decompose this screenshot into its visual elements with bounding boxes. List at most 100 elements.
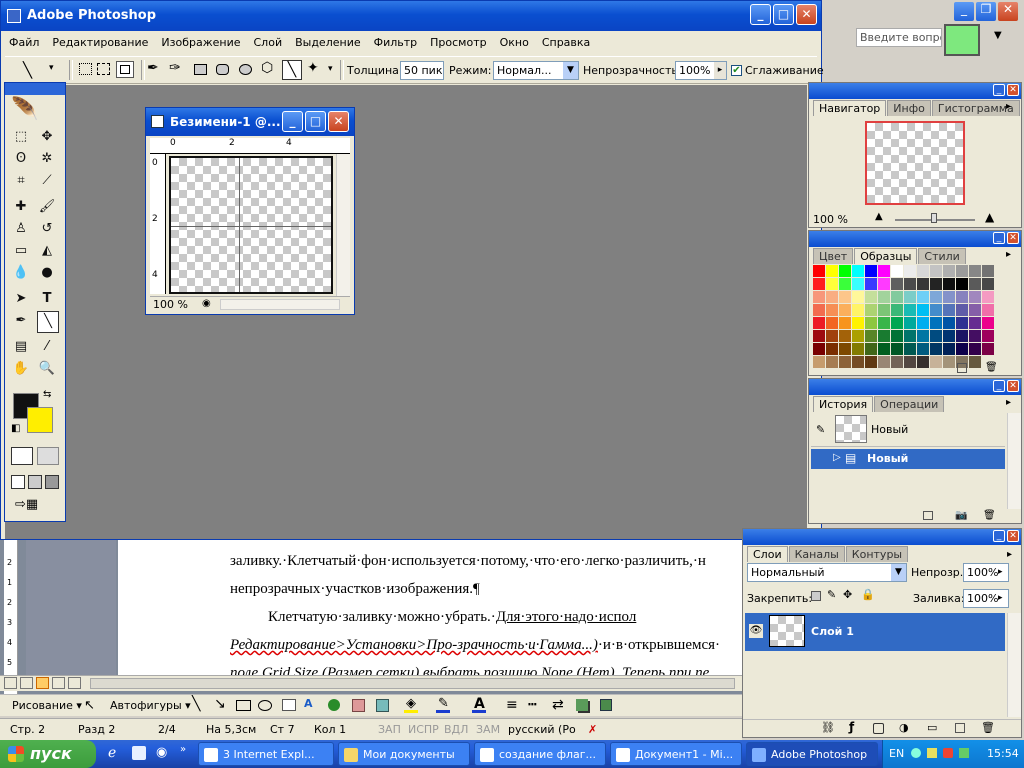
layer-mask-icon[interactable] [873, 723, 884, 734]
web-view-button[interactable] [20, 677, 33, 689]
history-snapshot-row[interactable]: ✎ Новый [811, 413, 1005, 447]
layers-scrollbar[interactable] [1007, 613, 1021, 717]
marquee-tool-icon[interactable]: ⬚ [11, 127, 31, 147]
swatch-cell[interactable] [956, 265, 968, 277]
swatch-cell[interactable] [813, 356, 825, 368]
swatch-cell[interactable] [943, 330, 955, 342]
swatch-cell[interactable] [865, 278, 877, 290]
swatch-cell[interactable] [917, 330, 929, 342]
zoom-out-icon[interactable]: ▲ [875, 211, 883, 222]
link-layers-icon[interactable]: ⛓ [821, 721, 835, 734]
preset-dropdown-icon[interactable]: ▾ [49, 63, 54, 73]
opacity-slider-arrow-icon[interactable]: ▸ [714, 62, 726, 79]
swatch-cell[interactable] [865, 291, 877, 303]
wordart-icon[interactable]: A [304, 697, 313, 710]
tab-paths[interactable]: Контуры [845, 546, 909, 562]
screen-mode-full[interactable] [45, 475, 59, 489]
swatches-minimize-button[interactable]: _ [993, 232, 1005, 244]
taskbar-button-photoshop[interactable]: Adobe Photoshop [746, 742, 878, 766]
lasso-tool-icon[interactable]: ʘ [11, 149, 31, 169]
swatch-cell[interactable] [839, 343, 851, 355]
tray-icon[interactable] [943, 748, 953, 758]
swatch-cell[interactable] [839, 265, 851, 277]
swatch-cell[interactable] [813, 343, 825, 355]
swatch-cell[interactable] [982, 265, 994, 277]
swatch-cell[interactable] [813, 304, 825, 316]
layers-close-button[interactable]: ✕ [1007, 530, 1019, 542]
taskbar-button-word-1[interactable]: создание флаг... [474, 742, 606, 766]
fill-input[interactable]: 100% ▸ [963, 589, 1009, 608]
lock-transparency-icon[interactable] [811, 591, 821, 601]
swatch-cell[interactable] [891, 291, 903, 303]
swatch-cell[interactable] [878, 356, 890, 368]
swatch-cell[interactable] [852, 278, 864, 290]
swatch-cell[interactable] [943, 265, 955, 277]
line-tool-preset-icon[interactable]: ╲ [23, 61, 32, 79]
nav-close-button[interactable]: ✕ [1007, 84, 1019, 96]
doc-info-arrow-icon[interactable]: ◉ [202, 298, 211, 309]
swatch-cell[interactable] [891, 356, 903, 368]
antialias-checkbox[interactable]: ✔ [731, 65, 742, 76]
normal-view-button[interactable] [4, 677, 17, 689]
history-minimize-button[interactable]: _ [993, 380, 1005, 392]
swatch-cell[interactable] [852, 265, 864, 277]
photoshop-title-bar[interactable]: Adobe Photoshop _ □ ✕ [1, 1, 821, 31]
swatch-cell[interactable] [878, 278, 890, 290]
menu-window[interactable]: Окно [500, 36, 529, 49]
swatch-cell[interactable] [839, 330, 851, 342]
thickness-input[interactable]: 50 пик [400, 61, 444, 80]
lock-all-icon[interactable]: 🔒 [861, 588, 875, 601]
document-title-bar[interactable]: Безимени-1 @... _ □ ✕ [146, 108, 354, 136]
lock-image-icon[interactable]: ✎ [827, 588, 836, 601]
swatch-cell[interactable] [943, 356, 955, 368]
swatch-cell[interactable] [943, 304, 955, 316]
polygon-shape-icon[interactable]: ⬡ [261, 60, 273, 76]
swatch-cell[interactable] [943, 291, 955, 303]
swatch-cell[interactable] [956, 343, 968, 355]
line-tool-icon[interactable]: ╲ [37, 311, 59, 333]
outer-close-button[interactable]: ✕ [998, 2, 1018, 21]
select-objects-icon[interactable]: ↖ [84, 698, 95, 713]
oval-tool-icon[interactable] [258, 700, 272, 711]
swatch-cell[interactable] [904, 330, 916, 342]
swatch-cell[interactable] [891, 265, 903, 277]
swatch-cell[interactable] [930, 278, 942, 290]
textbox-tool-icon[interactable] [282, 699, 296, 711]
swatch-cell[interactable] [943, 343, 955, 355]
tab-styles[interactable]: Стили [918, 248, 966, 264]
swatch-cell[interactable] [826, 356, 838, 368]
fill-slider-arrow-icon[interactable]: ▸ [998, 590, 1008, 607]
swatch-cell[interactable] [917, 304, 929, 316]
swatch-cell[interactable] [865, 356, 877, 368]
layer-row[interactable]: 👁 Слой 1 [745, 613, 1005, 651]
shape-layers-icon[interactable] [79, 63, 92, 75]
slice-tool-icon[interactable]: ⟋ [37, 171, 57, 191]
tab-info[interactable]: Инфо [887, 100, 931, 116]
swatch-cell[interactable] [904, 265, 916, 277]
doc-vertical-scrollbar[interactable] [336, 154, 350, 296]
swatch-cell[interactable] [969, 304, 981, 316]
swatch-cell[interactable] [982, 330, 994, 342]
custom-shape-icon[interactable]: ✦ [307, 60, 319, 76]
swatch-cell[interactable] [826, 343, 838, 355]
swatch-cell[interactable] [956, 330, 968, 342]
fill-pixels-icon[interactable] [116, 61, 134, 78]
swatch-cell[interactable] [813, 278, 825, 290]
taskbar-button-ie[interactable]: 3 Internet Expl... [198, 742, 334, 766]
swatch-cell[interactable] [891, 317, 903, 329]
new-swatch-icon[interactable] [957, 363, 967, 373]
swatch-cell[interactable] [891, 343, 903, 355]
arrow-style-icon[interactable]: ⇄ [552, 697, 564, 713]
shape-dropdown-icon[interactable]: ▾ [328, 64, 333, 74]
swatch-cell[interactable] [969, 291, 981, 303]
swatch-cell[interactable] [982, 291, 994, 303]
rectangle-tool-icon[interactable] [236, 700, 251, 711]
history-item[interactable]: ▷ ▤ Новый [811, 449, 1005, 469]
tab-history[interactable]: История [813, 396, 874, 412]
swatch-cell[interactable] [826, 317, 838, 329]
blur-tool-icon[interactable]: 💧 [11, 263, 31, 283]
swatch-cell[interactable] [904, 343, 916, 355]
tab-navigator[interactable]: Навигатор [813, 100, 887, 116]
spelling-status-icon[interactable]: ✗ [588, 719, 597, 741]
outer-restore-button[interactable]: ❐ [976, 2, 996, 21]
